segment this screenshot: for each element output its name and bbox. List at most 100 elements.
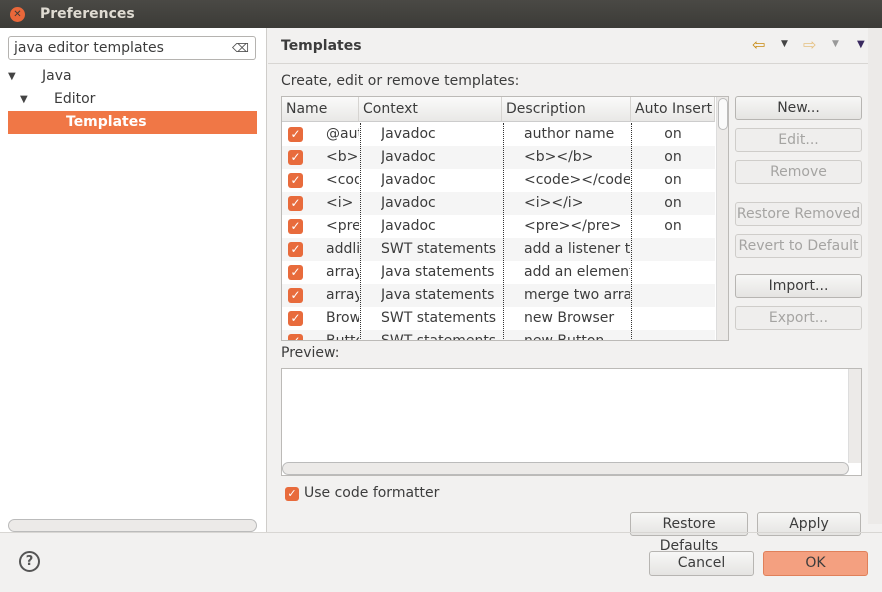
cell-context: SWT statements: [381, 333, 497, 341]
page-scrollbar[interactable]: [868, 28, 882, 524]
clear-icon[interactable]: ⌫: [232, 41, 249, 55]
cell-auto-insert: on: [664, 218, 682, 234]
cell-context: Javadoc: [381, 172, 436, 188]
tree-item-templates[interactable]: Templates: [8, 111, 257, 134]
cell-context: Java statements: [381, 264, 495, 280]
templates-page: Templates ⇦ ▼ ⇨ ▼ ▼ Create, edit or remo…: [268, 28, 882, 554]
filter-input[interactable]: java editor templates ⌫: [8, 36, 256, 60]
table-row[interactable]: ✓ <b> Javadoc <b></b> on: [282, 146, 715, 169]
column-header-description[interactable]: Description: [502, 97, 631, 122]
cell-context: SWT statements: [381, 241, 497, 257]
forward-dropdown-icon[interactable]: ▼: [832, 39, 839, 49]
cell-name: <i>: [326, 195, 354, 211]
cell-auto-insert: on: [664, 126, 682, 142]
table-row[interactable]: ✓ <pre> Javadoc <pre></pre> on: [282, 215, 715, 238]
cell-description: merge two arrays: [524, 287, 630, 303]
cell-name: <b>: [326, 149, 359, 165]
horizontal-scrollbar[interactable]: [8, 519, 257, 532]
enabled-checkbox[interactable]: ✓: [288, 311, 303, 326]
table-row[interactable]: ✓ <code> Javadoc <code></code> on: [282, 169, 715, 192]
table-row[interactable]: ✓ addlistener SWT statements add a listener…: [282, 238, 715, 261]
forward-arrow-icon[interactable]: ⇨: [803, 35, 816, 54]
cell-name: <pre>: [326, 218, 359, 234]
back-arrow-icon[interactable]: ⇦: [752, 35, 765, 54]
intro-label: Create, edit or remove templates:: [281, 73, 520, 89]
cell-name: array_merge: [326, 287, 359, 303]
tree-item-java[interactable]: ▼ Java: [0, 65, 267, 88]
enabled-checkbox[interactable]: ✓: [288, 334, 303, 340]
enabled-checkbox[interactable]: ✓: [288, 173, 303, 188]
remove-button[interactable]: Remove: [735, 160, 862, 184]
cell-name: Browser: [326, 310, 359, 326]
table-row[interactable]: ✓ @author Javadoc author name on: [282, 123, 715, 146]
import-button[interactable]: Import...: [735, 274, 862, 298]
export-button[interactable]: Export...: [735, 306, 862, 330]
back-dropdown-icon[interactable]: ▼: [781, 39, 788, 49]
column-header-auto-insert[interactable]: Auto Insert: [631, 97, 715, 122]
use-formatter-label: Use code formatter: [304, 485, 440, 501]
cell-description: add an element: [524, 264, 630, 280]
help-icon[interactable]: ?: [19, 551, 40, 572]
table-row[interactable]: ✓ Browser SWT statements new Browser: [282, 307, 715, 330]
column-divider: [360, 123, 361, 340]
ok-button[interactable]: OK: [763, 551, 868, 576]
vertical-scrollbar[interactable]: [848, 369, 861, 463]
cell-description: add a listener to: [524, 241, 630, 257]
preference-tree-pane: java editor templates ⌫ ▼ Java ▼ Editor Tem…: [0, 28, 267, 532]
table-row[interactable]: ✓ array_merge Java statements merge two arr…: [282, 284, 715, 307]
vertical-scrollbar[interactable]: [716, 97, 728, 340]
cell-auto-insert: on: [664, 172, 682, 188]
use-formatter-checkbox[interactable]: ✓: [285, 487, 299, 501]
expand-icon[interactable]: ▼: [8, 65, 16, 88]
column-divider: [631, 123, 632, 340]
edit-button[interactable]: Edit...: [735, 128, 862, 152]
cell-name: addlistener: [326, 241, 359, 257]
cell-context: SWT statements: [381, 310, 497, 326]
cell-description: <pre></pre>: [524, 218, 622, 234]
new-button[interactable]: New...: [735, 96, 862, 120]
cell-context: Javadoc: [381, 195, 436, 211]
enabled-checkbox[interactable]: ✓: [288, 288, 303, 303]
column-divider: [503, 123, 504, 340]
preview-label: Preview:: [281, 345, 340, 361]
enabled-checkbox[interactable]: ✓: [288, 265, 303, 280]
cell-auto-insert: on: [664, 149, 682, 165]
close-icon[interactable]: ✕: [10, 7, 25, 22]
dialog-footer: ? Cancel OK: [0, 532, 882, 592]
enabled-checkbox[interactable]: ✓: [288, 127, 303, 142]
cell-auto-insert: on: [664, 195, 682, 211]
filter-value: java editor templates: [14, 40, 164, 56]
cell-context: Javadoc: [381, 126, 436, 142]
preview-area[interactable]: [281, 368, 862, 476]
table-row[interactable]: ✓ <i> Javadoc <i></i> on: [282, 192, 715, 215]
scrollbar-thumb[interactable]: [718, 98, 728, 130]
page-title: Templates: [281, 38, 362, 54]
cell-description: new Button: [524, 333, 605, 341]
tree-label: Editor: [54, 91, 96, 107]
view-menu-icon[interactable]: ▼: [857, 39, 865, 50]
tree-label: Java: [42, 68, 72, 84]
table-row[interactable]: ✓ Button SWT statements new Button: [282, 330, 715, 341]
cell-description: <code></code>: [524, 172, 630, 188]
restore-removed-button[interactable]: Restore Removed: [735, 202, 862, 226]
cell-description: <b></b>: [524, 149, 594, 165]
enabled-checkbox[interactable]: ✓: [288, 219, 303, 234]
title-bar: ✕ Preferences: [0, 0, 882, 28]
tree-label: Templates: [66, 114, 147, 130]
tree-item-editor[interactable]: ▼ Editor: [0, 88, 267, 111]
cell-description: author name: [524, 126, 615, 142]
templates-table[interactable]: Name Context Description Auto Insert ✓ @a…: [281, 96, 729, 341]
cancel-button[interactable]: Cancel: [649, 551, 754, 576]
cell-name: array_add: [326, 264, 359, 280]
cell-context: Java statements: [381, 287, 495, 303]
enabled-checkbox[interactable]: ✓: [288, 196, 303, 211]
horizontal-scrollbar[interactable]: [282, 462, 849, 475]
window-title: Preferences: [40, 6, 135, 22]
enabled-checkbox[interactable]: ✓: [288, 150, 303, 165]
expand-icon[interactable]: ▼: [20, 88, 28, 111]
table-row[interactable]: ✓ array_add Java statements add an element: [282, 261, 715, 284]
column-header-context[interactable]: Context: [359, 97, 502, 122]
revert-to-default-button[interactable]: Revert to Default: [735, 234, 862, 258]
enabled-checkbox[interactable]: ✓: [288, 242, 303, 257]
column-header-name[interactable]: Name: [282, 97, 359, 122]
